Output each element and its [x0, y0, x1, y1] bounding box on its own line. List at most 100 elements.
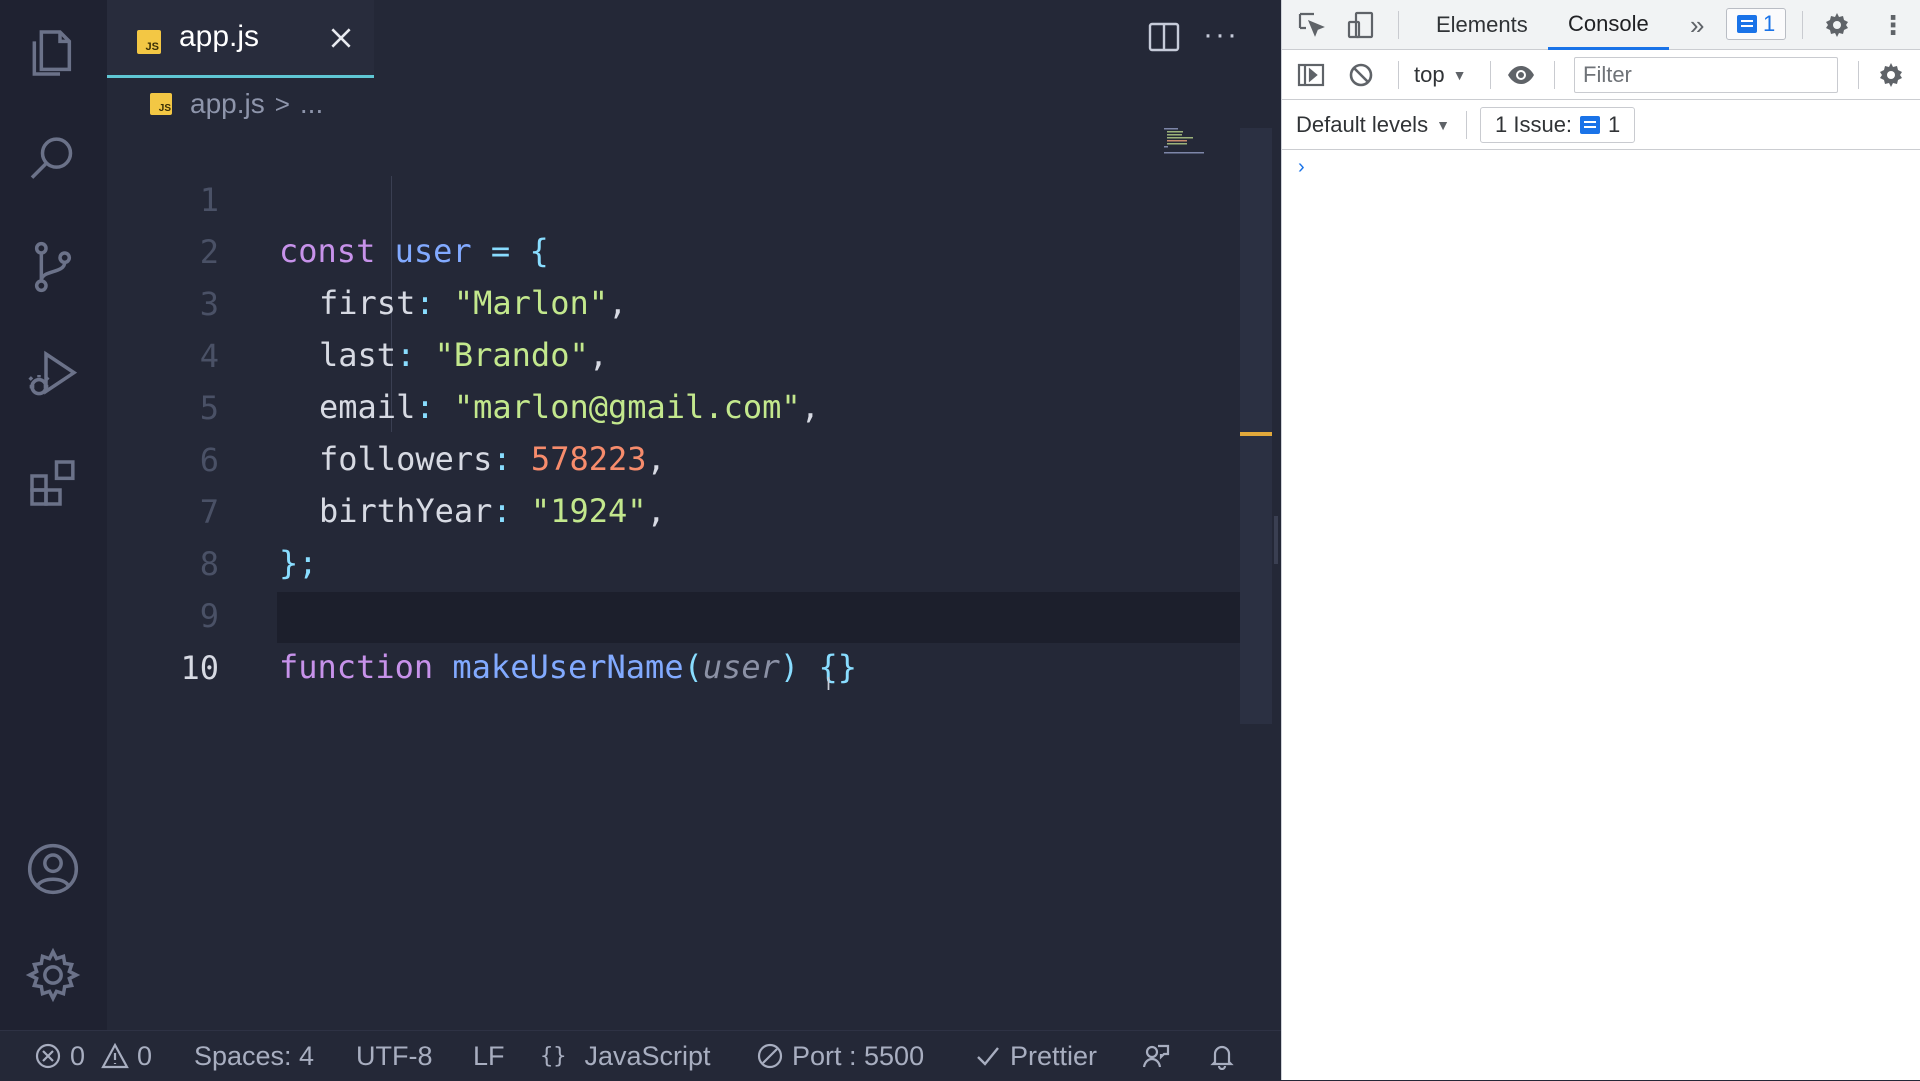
- indentation-setting[interactable]: Spaces: 4: [194, 1031, 314, 1081]
- toolbar-divider: [1858, 61, 1859, 89]
- toolbar-divider: [1554, 61, 1555, 89]
- settings-gear-icon[interactable]: [1822, 10, 1852, 40]
- tab-app-js[interactable]: JS app.js: [107, 0, 374, 78]
- live-expression-eye-icon[interactable]: [1506, 60, 1536, 90]
- context-selector[interactable]: top ▼: [1414, 60, 1466, 90]
- editor-tabs: JS app.js ···: [107, 0, 1281, 78]
- panel-resize-handle[interactable]: [1274, 516, 1278, 564]
- devtools-main-toolbar: Elements Console » 1 ⋮: [1282, 0, 1920, 50]
- clear-console-icon[interactable]: [1346, 60, 1376, 90]
- toolbar-divider: [1466, 111, 1467, 139]
- breadcrumb: JS app.js > ...: [150, 86, 323, 122]
- issues-count: 1: [1608, 112, 1621, 137]
- indentation-label: Spaces: 4: [194, 1040, 315, 1071]
- toolbar-divider: [1802, 11, 1803, 39]
- run-debug-icon[interactable]: [20, 342, 86, 408]
- account-icon[interactable]: [20, 836, 86, 902]
- code-line[interactable]: 2 first: "Marlon",: [107, 176, 1243, 322]
- code-line[interactable]: 6 birthYear: "1924",: [107, 384, 1243, 530]
- issues-badge-count: 1: [1763, 11, 1776, 36]
- devtools-panel: Elements Console » 1 ⋮ top ▼ Filter Defa…: [1281, 0, 1920, 1080]
- tab-elements-label: Elements: [1436, 12, 1528, 37]
- issues-button[interactable]: 1 Issue: 1: [1480, 107, 1636, 143]
- port-label: Port : 5500: [792, 1040, 925, 1071]
- close-icon[interactable]: [323, 20, 359, 56]
- live-server-port[interactable]: Port : 5500: [756, 1031, 924, 1081]
- toolbar-divider: [1398, 11, 1399, 39]
- prettier-status[interactable]: Prettier: [974, 1031, 1097, 1081]
- extensions-icon[interactable]: [20, 450, 86, 516]
- token-paren: ): [779, 648, 800, 686]
- code-line[interactable]: 9 function makeUserName(user) {}: [107, 540, 1243, 686]
- tab-title: app.js: [179, 20, 260, 53]
- code-editor[interactable]: 1 const user = { 2 first: "Marlon", 3 la…: [107, 124, 1263, 1030]
- breadcrumb-separator: >: [274, 88, 290, 119]
- warning-icon: [101, 1042, 129, 1069]
- more-tabs-icon[interactable]: »: [1690, 0, 1704, 50]
- tab-console[interactable]: Console: [1548, 0, 1669, 50]
- status-bar: 0 0 Spaces: 4 UTF-8 LF {} JavaScript Por…: [0, 1030, 1281, 1080]
- log-levels-dropdown[interactable]: Default levels ▼: [1296, 110, 1450, 140]
- language-label: JavaScript: [584, 1040, 711, 1071]
- js-file-icon: JS: [137, 30, 161, 54]
- eol-setting[interactable]: LF: [473, 1031, 505, 1081]
- console-settings-gear-icon[interactable]: [1876, 60, 1906, 90]
- prettier-label: Prettier: [1010, 1040, 1098, 1071]
- eol-label: LF: [473, 1040, 505, 1071]
- manage-gear-icon[interactable]: [20, 942, 86, 1008]
- editor-scrollbar[interactable]: [1240, 128, 1272, 724]
- activity-bar: [0, 0, 107, 1030]
- message-icon: [1580, 116, 1601, 134]
- minimap[interactable]: [1164, 126, 1210, 156]
- code-line[interactable]: 5 followers: 578223,: [107, 332, 1243, 478]
- levels-label: Default levels: [1296, 112, 1429, 137]
- bell-icon: [1210, 1045, 1234, 1070]
- code-line[interactable]: 10: [107, 592, 1243, 687]
- explorer-icon[interactable]: [20, 20, 86, 86]
- language-mode[interactable]: {} JavaScript: [540, 1031, 711, 1081]
- dropdown-arrow-icon: ▼: [1452, 67, 1467, 83]
- notifications-button[interactable]: [1208, 1031, 1236, 1081]
- split-editor-icon[interactable]: [1147, 20, 1181, 54]
- line-number: 10: [180, 649, 219, 687]
- more-actions-icon[interactable]: ···: [1203, 18, 1239, 52]
- error-icon: [35, 1043, 61, 1069]
- checkmark-icon: [977, 1047, 999, 1066]
- console-prompt-chevron-icon[interactable]: ›: [1298, 156, 1305, 179]
- no-entry-icon: [757, 1043, 783, 1069]
- code-line[interactable]: 7 };: [107, 436, 1243, 582]
- breadcrumb-symbols[interactable]: ...: [300, 88, 323, 120]
- search-icon[interactable]: [20, 126, 86, 192]
- text-cursor-icon: I: [826, 674, 832, 694]
- code-line[interactable]: 3 last: "Brando",: [107, 228, 1243, 374]
- code-line[interactable]: 4 email: "marlon@gmail.com",: [107, 280, 1243, 426]
- issues-label: 1 Issue:: [1495, 112, 1573, 137]
- feedback-button[interactable]: [1142, 1031, 1170, 1081]
- token-keyword: function: [279, 648, 434, 686]
- toolbar-divider: [1398, 61, 1399, 89]
- source-control-icon[interactable]: [20, 234, 86, 300]
- scrollbar-marker: [1240, 432, 1272, 436]
- context-label: top: [1414, 62, 1445, 87]
- js-file-icon: JS: [150, 93, 172, 115]
- feedback-icon: [1142, 1044, 1170, 1068]
- console-filter-input[interactable]: [1574, 57, 1838, 93]
- encoding-setting[interactable]: UTF-8: [356, 1031, 433, 1081]
- problems-indicator[interactable]: 0 0: [34, 1031, 152, 1081]
- inspect-element-icon[interactable]: [1296, 10, 1326, 40]
- console-toolbar: top ▼: [1282, 50, 1920, 100]
- breadcrumb-file[interactable]: app.js: [190, 88, 265, 120]
- code-line[interactable]: 1 const user = {: [107, 124, 1243, 270]
- toolbar-divider: [1490, 61, 1491, 89]
- kebab-menu-icon[interactable]: ⋮: [1880, 8, 1906, 42]
- token-parameter: user: [702, 648, 780, 686]
- code-line[interactable]: 8: [107, 488, 1243, 583]
- issues-badge-button[interactable]: 1: [1726, 8, 1787, 40]
- tab-elements[interactable]: Elements: [1432, 0, 1532, 50]
- sidebar-toggle-icon[interactable]: [1296, 60, 1326, 90]
- token-body: {}: [818, 648, 857, 686]
- vscode-window: JS app.js ··· JS app.js > ... 1 const us…: [0, 0, 1281, 1080]
- token-paren: (: [683, 648, 703, 686]
- device-toolbar-icon[interactable]: [1346, 10, 1376, 40]
- encoding-label: UTF-8: [356, 1040, 433, 1071]
